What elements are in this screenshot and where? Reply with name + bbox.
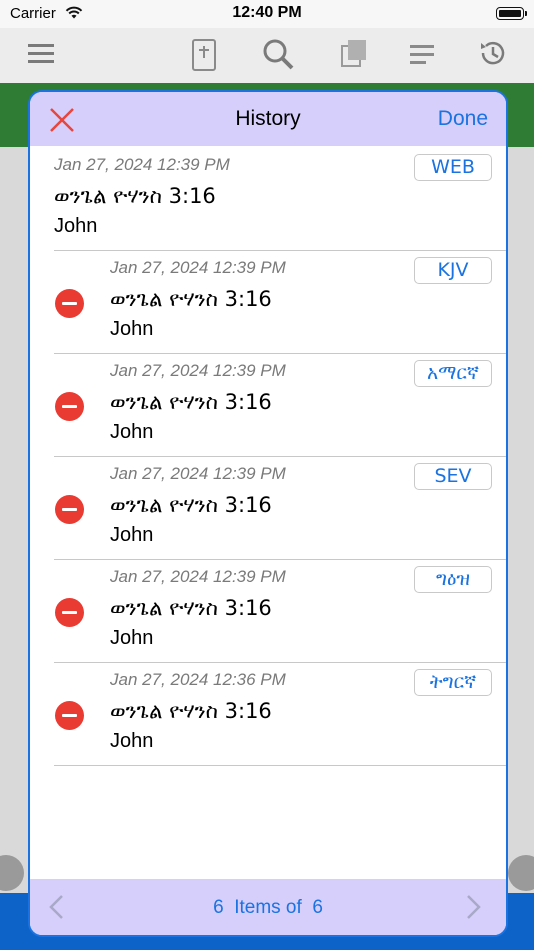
history-book: John bbox=[110, 318, 154, 340]
next-page-icon[interactable] bbox=[462, 894, 484, 920]
pages-icon[interactable] bbox=[340, 38, 368, 68]
delete-icon[interactable] bbox=[55, 392, 84, 421]
done-button[interactable]: Done bbox=[438, 107, 488, 131]
history-book: John bbox=[54, 215, 98, 237]
history-book: John bbox=[110, 524, 154, 546]
history-book: John bbox=[110, 730, 154, 752]
version-badge[interactable]: ግዕዝ bbox=[414, 566, 492, 593]
items-count-total: 6 bbox=[312, 897, 323, 918]
delete-icon[interactable] bbox=[55, 701, 84, 730]
row-divider bbox=[54, 765, 506, 766]
history-reference: ወንጌል ዮሃንስ 3:16 bbox=[54, 184, 216, 208]
history-modal: History Done Jan 27, 2024 12:39 PM ወንጌል … bbox=[28, 90, 508, 937]
history-row[interactable]: Jan 27, 2024 12:39 PM ወንጌል ዮሃንስ 3:16 Joh… bbox=[30, 457, 506, 560]
version-badge[interactable]: KJV bbox=[414, 257, 492, 284]
history-reference: ወንጌል ዮሃንስ 3:16 bbox=[110, 699, 272, 723]
history-date: Jan 27, 2024 12:39 PM bbox=[110, 361, 286, 380]
history-row[interactable]: Jan 27, 2024 12:39 PM ወንጌል ዮሃንስ 3:16 Joh… bbox=[30, 148, 506, 251]
history-list: Jan 27, 2024 12:39 PM ወንጌል ዮሃንስ 3:16 Joh… bbox=[30, 148, 506, 766]
delete-icon[interactable] bbox=[55, 495, 84, 524]
history-date: Jan 27, 2024 12:36 PM bbox=[110, 670, 286, 689]
app-toolbar bbox=[0, 28, 534, 83]
history-reference: ወንጌል ዮሃንስ 3:16 bbox=[110, 390, 272, 414]
modal-footer: 6 Items of 6 bbox=[30, 879, 506, 935]
history-reference: ወንጌል ዮሃንስ 3:16 bbox=[110, 596, 272, 620]
search-icon[interactable] bbox=[262, 38, 294, 70]
history-book: John bbox=[110, 627, 154, 649]
history-date: Jan 27, 2024 12:39 PM bbox=[110, 258, 286, 277]
items-count: 6 Items of 6 bbox=[30, 897, 506, 919]
version-badge[interactable]: SEV bbox=[414, 463, 492, 490]
version-badge[interactable]: ትግርኛ bbox=[414, 669, 492, 696]
clock: 12:40 PM bbox=[232, 4, 302, 21]
items-count-label: Items of bbox=[234, 897, 302, 918]
history-date: Jan 27, 2024 12:39 PM bbox=[54, 155, 230, 174]
version-badge[interactable]: WEB bbox=[414, 154, 492, 181]
history-date: Jan 27, 2024 12:39 PM bbox=[110, 567, 286, 586]
delete-icon[interactable] bbox=[55, 289, 84, 318]
modal-header: History Done bbox=[30, 92, 506, 146]
delete-icon[interactable] bbox=[55, 598, 84, 627]
history-reference: ወንጌል ዮሃንስ 3:16 bbox=[110, 493, 272, 517]
bible-icon[interactable] bbox=[191, 38, 217, 72]
modal-title: History bbox=[235, 107, 301, 130]
history-date: Jan 27, 2024 12:39 PM bbox=[110, 464, 286, 483]
history-row[interactable]: Jan 27, 2024 12:39 PM ወንጌል ዮሃንስ 3:16 Joh… bbox=[30, 251, 506, 354]
history-row[interactable]: Jan 27, 2024 12:36 PM ወንጌል ዮሃንስ 3:16 Joh… bbox=[30, 663, 506, 766]
history-icon[interactable] bbox=[478, 38, 508, 68]
status-bar: Carrier 12:40 PM bbox=[0, 0, 534, 28]
history-row[interactable]: Jan 27, 2024 12:39 PM ወንጌል ዮሃንስ 3:16 Joh… bbox=[30, 354, 506, 457]
history-row[interactable]: Jan 27, 2024 12:39 PM ወንጌል ዮሃንስ 3:16 Joh… bbox=[30, 560, 506, 663]
battery-icon bbox=[496, 7, 527, 20]
history-reference: ወንጌል ዮሃንስ 3:16 bbox=[110, 287, 272, 311]
menu-icon[interactable] bbox=[28, 42, 54, 64]
text-lines-icon[interactable] bbox=[410, 44, 436, 64]
version-badge[interactable]: አማርኛ bbox=[413, 360, 492, 387]
items-count-current: 6 bbox=[213, 897, 224, 918]
history-book: John bbox=[110, 421, 154, 443]
